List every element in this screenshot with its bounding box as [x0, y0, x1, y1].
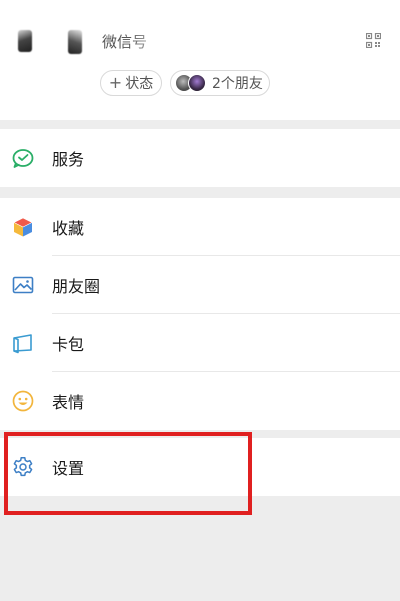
- friend-avatars: [175, 74, 209, 92]
- menu-item-settings[interactable]: 设置: [0, 438, 400, 496]
- friend-avatar: [188, 74, 206, 92]
- nickname-blurred: [68, 30, 82, 54]
- profile-header[interactable]: 微信号 + 状态 2个朋友: [0, 0, 400, 120]
- service-icon: [12, 149, 34, 168]
- moments-label: 朋友圈: [52, 277, 101, 296]
- friends-status-button[interactable]: 2个朋友: [170, 70, 270, 96]
- menu-item-moments[interactable]: 朋友圈: [0, 256, 400, 314]
- favorites-cube-icon: [13, 217, 33, 237]
- service-label: 服务: [52, 150, 85, 169]
- wechat-id-redaction: [134, 30, 274, 52]
- stickers-label: 表情: [52, 393, 85, 412]
- cards-label: 卡包: [52, 335, 85, 354]
- menu-item-cards[interactable]: 卡包: [0, 314, 400, 372]
- friends-label: 2个朋友: [212, 76, 263, 92]
- status-label: 状态: [125, 76, 154, 92]
- settings-label: 设置: [52, 459, 85, 478]
- gear-icon: [13, 457, 33, 477]
- favorites-label: 收藏: [52, 219, 85, 238]
- plus-icon: +: [108, 73, 123, 92]
- card-wallet-icon: [13, 334, 32, 354]
- qr-code-icon[interactable]: [366, 33, 381, 48]
- add-status-button[interactable]: + 状态: [100, 70, 162, 96]
- smiley-icon: [12, 390, 34, 412]
- moments-picture-icon: [12, 276, 34, 294]
- menu-item-stickers[interactable]: 表情: [0, 372, 400, 430]
- avatar[interactable]: [18, 30, 32, 52]
- menu-item-favorites[interactable]: 收藏: [0, 198, 400, 256]
- menu-item-service[interactable]: 服务: [0, 129, 400, 187]
